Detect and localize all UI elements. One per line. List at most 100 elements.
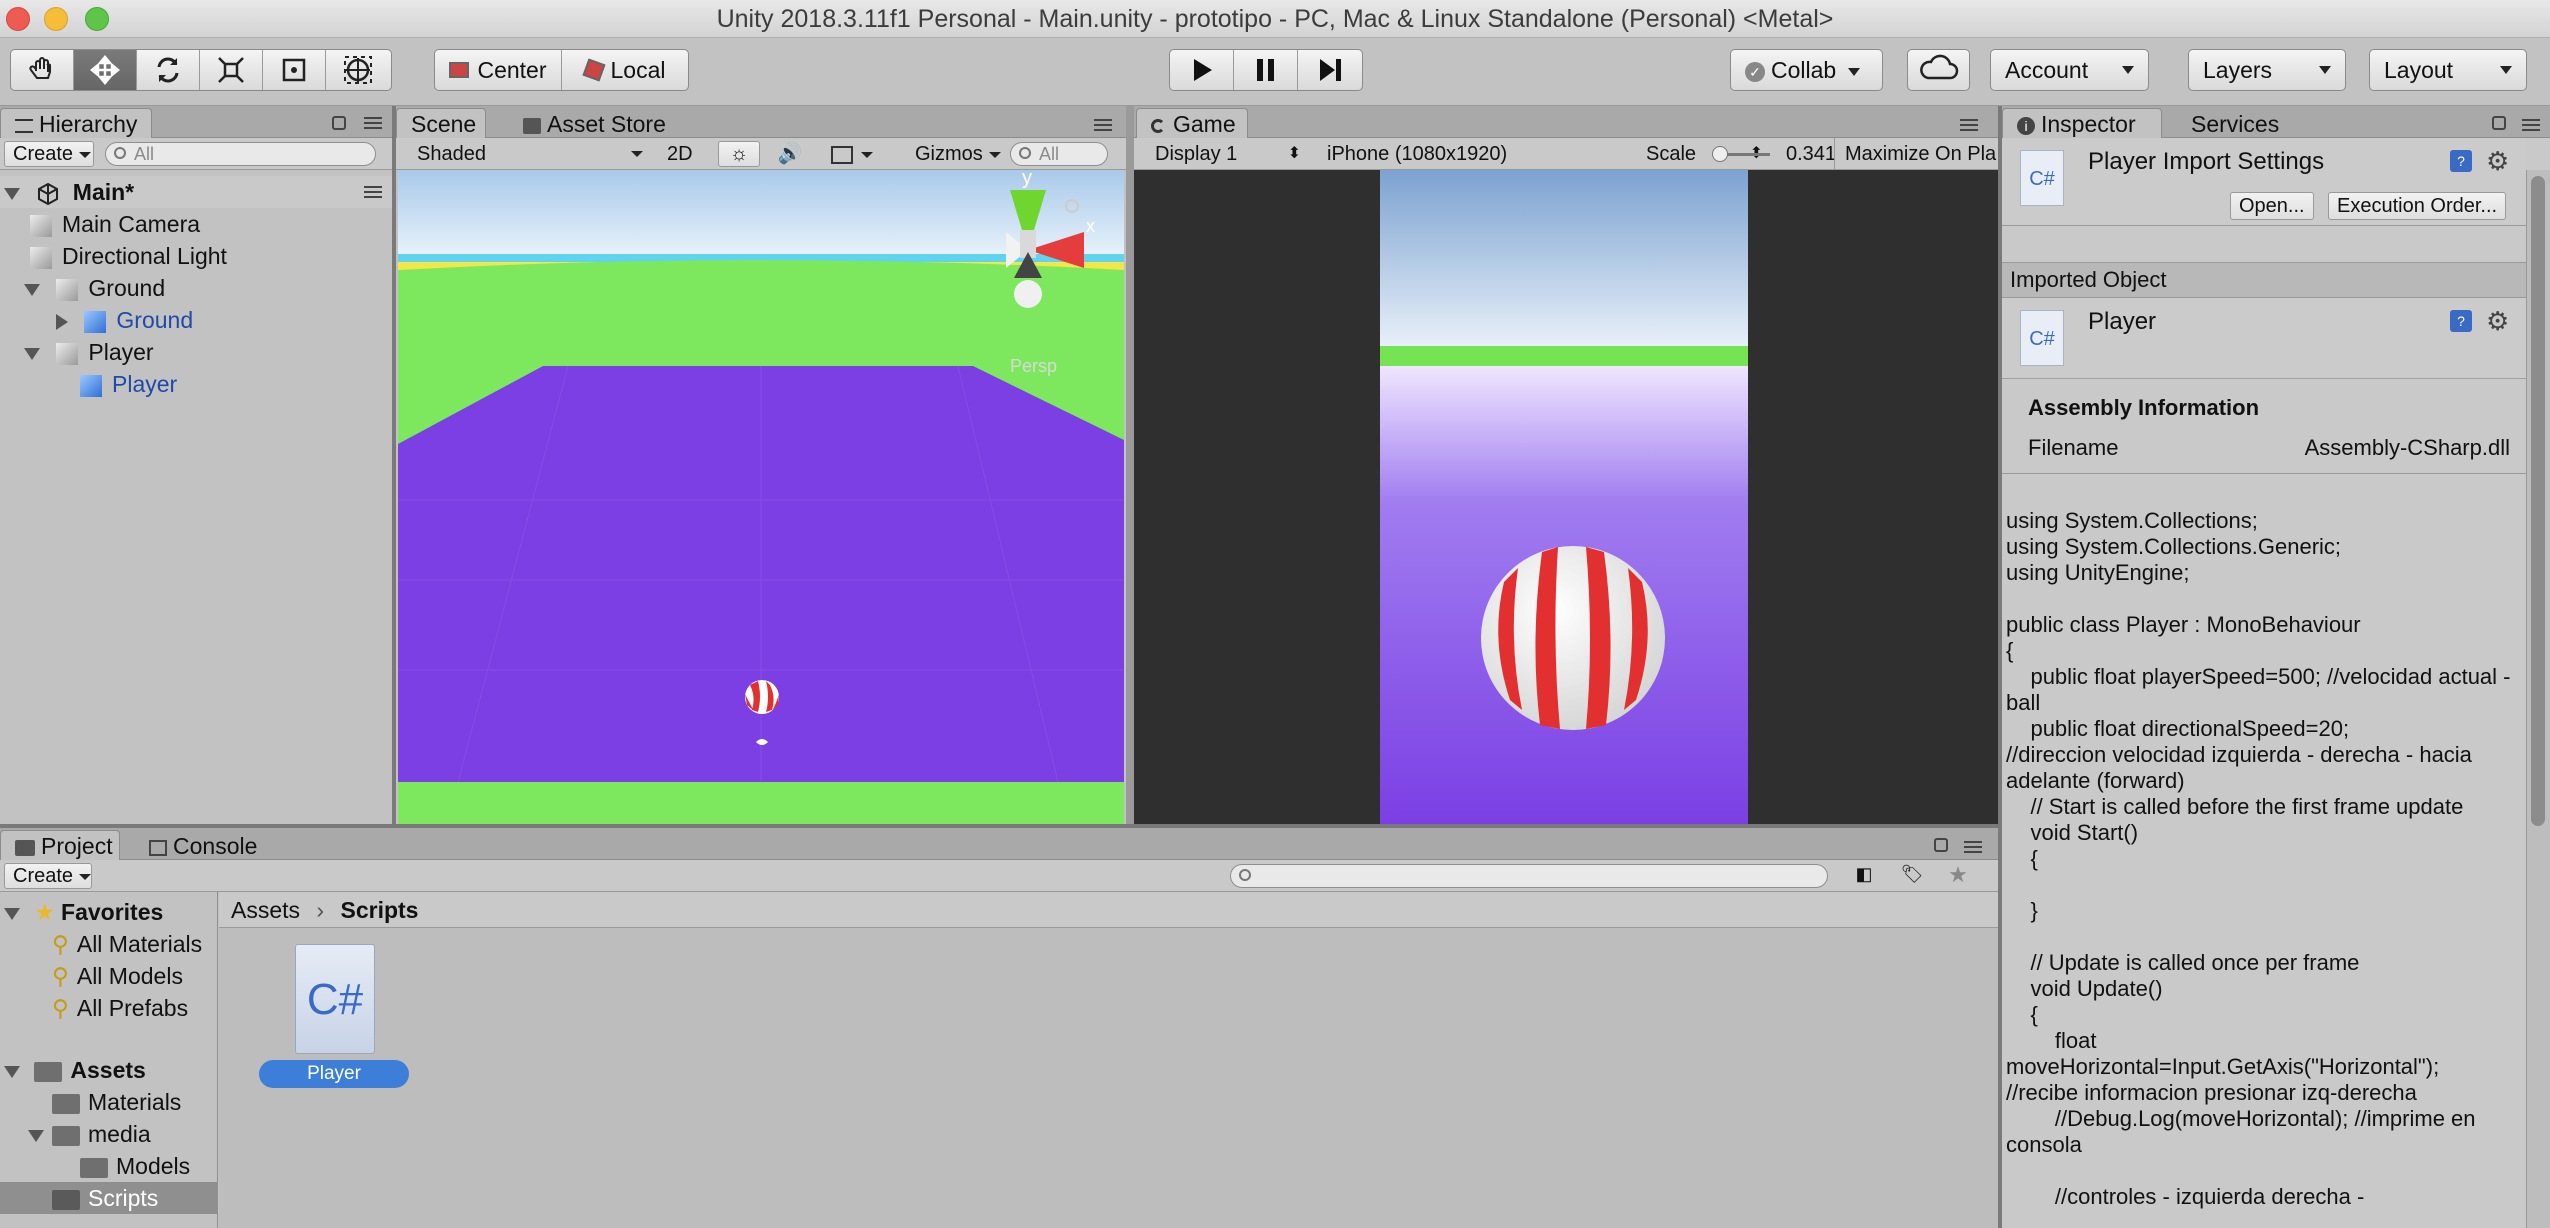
create-dropdown[interactable]: Create bbox=[4, 141, 94, 167]
star-icon: ★ bbox=[34, 899, 56, 925]
scene-menu-icon[interactable] bbox=[364, 186, 382, 198]
hierarchy-item-ground[interactable]: Ground bbox=[24, 272, 165, 304]
folder-materials[interactable]: Materials bbox=[52, 1086, 181, 1118]
breadcrumb-assets[interactable]: Assets bbox=[231, 897, 300, 923]
scene-row[interactable]: Main* bbox=[0, 176, 392, 208]
hierarchy-item-directional-light[interactable]: Directional Light bbox=[30, 240, 227, 272]
account-dropdown[interactable]: Account bbox=[1990, 49, 2149, 91]
display-dropdown[interactable]: Display 1 ⬍ bbox=[1146, 141, 1306, 167]
effects-dropdown[interactable] bbox=[822, 141, 882, 167]
folder-media[interactable]: media bbox=[28, 1118, 151, 1150]
favorite-all-models[interactable]: ⚲ All Models bbox=[52, 960, 183, 992]
hierarchy-search-input[interactable]: All bbox=[105, 142, 376, 166]
scale-tool-icon[interactable] bbox=[200, 50, 263, 90]
favorite-all-prefabs[interactable]: ⚲ All Prefabs bbox=[52, 992, 188, 1024]
expand-icon[interactable] bbox=[4, 1065, 20, 1078]
audio-toggle[interactable]: 🔊 bbox=[768, 141, 812, 167]
splitter[interactable] bbox=[1126, 106, 1134, 824]
zoom-window-button[interactable] bbox=[85, 7, 109, 31]
execution-order-button[interactable]: Execution Order... bbox=[2328, 192, 2507, 220]
tab-inspector[interactable]: i Inspector bbox=[2002, 108, 2162, 139]
scene-viewport[interactable]: y x Persp bbox=[398, 170, 1124, 824]
expand-icon[interactable] bbox=[28, 1129, 44, 1142]
help-icon[interactable]: ? bbox=[2450, 150, 2472, 172]
breadcrumb-scripts[interactable]: Scripts bbox=[340, 897, 418, 923]
splitter[interactable] bbox=[1998, 106, 2002, 1228]
hierarchy-item-main-camera[interactable]: Main Camera bbox=[30, 208, 200, 240]
tab-hierarchy[interactable]: Hierarchy bbox=[0, 108, 152, 139]
gear-icon[interactable]: ⚙ bbox=[2486, 306, 2509, 337]
pause-button[interactable] bbox=[1234, 50, 1298, 90]
expand-icon[interactable] bbox=[24, 283, 40, 296]
lock-icon[interactable] bbox=[1934, 838, 1948, 852]
filter-by-type-icon[interactable]: ◧ bbox=[1852, 864, 1876, 888]
tab-project[interactable]: Project bbox=[0, 830, 120, 861]
layers-dropdown[interactable]: Layers bbox=[2188, 49, 2346, 91]
ball-large[interactable] bbox=[1481, 546, 1665, 730]
collapse-icon[interactable] bbox=[56, 313, 68, 330]
assembly-info-section: Assembly Information Filename Assembly-C… bbox=[2002, 378, 2526, 474]
panel-menu-icon[interactable] bbox=[2522, 119, 2540, 131]
pivot-local-toggle[interactable]: Local bbox=[562, 50, 688, 90]
persp-label[interactable]: Persp bbox=[1010, 356, 1057, 376]
minimize-window-button[interactable] bbox=[44, 7, 68, 31]
rotate-tool-icon[interactable] bbox=[137, 50, 200, 90]
play-button[interactable] bbox=[1170, 50, 1235, 90]
splitter[interactable] bbox=[0, 824, 1998, 828]
ball-small[interactable] bbox=[745, 680, 779, 714]
project-search-input[interactable] bbox=[1230, 864, 1828, 888]
panel-menu-icon[interactable] bbox=[1960, 119, 1978, 131]
panel-menu-icon[interactable] bbox=[1964, 841, 1982, 853]
open-button[interactable]: Open... bbox=[2230, 192, 2314, 220]
window-title: Unity 2018.3.11f1 Personal - Main.unity … bbox=[716, 5, 1834, 33]
create-dropdown[interactable]: Create bbox=[4, 863, 92, 889]
expand-icon[interactable] bbox=[4, 187, 20, 200]
step-button[interactable] bbox=[1298, 50, 1362, 90]
expand-icon[interactable] bbox=[24, 347, 40, 360]
tab-services[interactable]: Services bbox=[2176, 108, 2286, 138]
favorites-header[interactable]: ★ Favorites bbox=[0, 896, 163, 928]
scale-slider[interactable] bbox=[1711, 146, 1770, 162]
asset-player-script[interactable]: C# Player bbox=[239, 944, 409, 1088]
help-icon[interactable]: ? bbox=[2450, 310, 2472, 332]
game-viewport[interactable] bbox=[1134, 170, 1998, 824]
filter-by-label-icon[interactable]: 🏷 bbox=[1900, 864, 1924, 888]
gear-icon[interactable]: ⚙ bbox=[2486, 146, 2509, 177]
expand-icon[interactable] bbox=[4, 907, 20, 920]
close-window-button[interactable] bbox=[6, 7, 30, 31]
inspector-scrollbar[interactable] bbox=[2526, 170, 2550, 1228]
favorite-all-materials[interactable]: ⚲ All Materials bbox=[52, 928, 202, 960]
folder-scripts[interactable]: Scripts bbox=[0, 1182, 218, 1214]
move-tool-icon[interactable] bbox=[74, 50, 137, 90]
tab-console[interactable]: Console bbox=[134, 830, 274, 860]
hierarchy-item-player[interactable]: Player bbox=[24, 336, 154, 368]
hand-tool-icon[interactable] bbox=[11, 50, 74, 90]
panel-menu-icon[interactable] bbox=[1094, 119, 1112, 131]
scale-slider-thumb[interactable] bbox=[1711, 146, 1728, 162]
hierarchy-item-player-child[interactable]: Player bbox=[80, 368, 177, 400]
panel-menu-icon[interactable] bbox=[364, 117, 382, 129]
folder-models[interactable]: Models bbox=[80, 1150, 190, 1182]
pivot-center-toggle[interactable]: Center bbox=[435, 50, 562, 90]
cloud-button[interactable] bbox=[1907, 49, 1970, 91]
lock-icon[interactable] bbox=[2492, 116, 2506, 130]
tab-asset-store[interactable]: Asset Store bbox=[508, 108, 688, 138]
lock-icon[interactable] bbox=[332, 116, 346, 130]
hierarchy-item-ground-child[interactable]: Ground bbox=[56, 304, 193, 336]
layout-dropdown[interactable]: Layout bbox=[2369, 49, 2527, 91]
collab-dropdown[interactable]: ✓ Collab bbox=[1730, 49, 1883, 91]
shading-mode-dropdown[interactable]: Shaded bbox=[408, 141, 648, 167]
scene-search-input[interactable]: All bbox=[1010, 142, 1108, 166]
favorite-star-icon[interactable]: ★ bbox=[1946, 862, 1970, 887]
maximize-on-play-toggle[interactable]: Maximize On Pla bbox=[1834, 138, 1998, 170]
splitter[interactable] bbox=[392, 106, 396, 824]
assets-folder[interactable]: Assets bbox=[0, 1054, 146, 1086]
lighting-toggle[interactable]: ☼ bbox=[718, 141, 760, 167]
scrollbar-thumb[interactable] bbox=[2531, 176, 2545, 826]
gizmos-dropdown[interactable]: Gizmos bbox=[906, 141, 1001, 167]
tab-scene[interactable]: Scene bbox=[396, 108, 486, 139]
toggle-2d-button[interactable]: 2D bbox=[658, 141, 700, 167]
transform-tool-icon[interactable] bbox=[326, 50, 389, 90]
rect-tool-icon[interactable] bbox=[263, 50, 326, 90]
tab-game[interactable]: Game bbox=[1136, 108, 1248, 139]
